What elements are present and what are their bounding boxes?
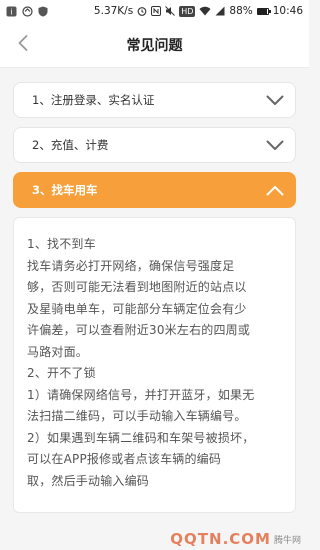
network-speed: 5.37K/s xyxy=(93,5,134,17)
wifi-icon xyxy=(199,6,211,16)
answer-line: 法扫描二维码，可以手动输入车辆编号。 xyxy=(27,409,247,423)
watermark-text: QQTN.COM xyxy=(170,530,271,548)
faq-item-find-car[interactable]: 3、找车用车 xyxy=(13,172,296,208)
watermark-subtext: 腾牛网 xyxy=(273,535,301,546)
answer-line: 及星骑电单车，可能部分车辆定位会有少 xyxy=(27,301,247,316)
nfc-icon xyxy=(151,6,162,16)
faq-item-label: 1、注册登录、实名认证 xyxy=(32,93,155,107)
status-right: 5.37K/s HD 88% 10:46 xyxy=(94,5,303,17)
answer-line: 找车请务必打开网络，确保信号强度足 xyxy=(27,258,235,273)
mute-icon xyxy=(165,6,176,16)
page-title: 常见问题 xyxy=(126,37,183,54)
clock: 10:46 xyxy=(272,5,303,17)
answer-line: 1）请确保网络信号，并打开蓝牙，如果无 xyxy=(27,387,255,402)
faq-item-registration[interactable]: 1、注册登录、实名认证 xyxy=(13,82,296,118)
sync-icon xyxy=(22,5,33,17)
battery-percent: 88% xyxy=(229,5,253,17)
faq-item-recharge[interactable]: 2、充值、计费 xyxy=(13,127,296,163)
answer-line: 2）如果遇到车辆二维码和车架号被损坏， xyxy=(27,430,255,445)
battery-fill xyxy=(257,8,267,14)
status-bar: i 5.37K/s HD 88% 10:46 xyxy=(0,0,309,22)
back-button[interactable] xyxy=(10,32,36,58)
answer-line: 够，否则可能无法看到地图附近的站点以 xyxy=(27,280,247,294)
shield-icon xyxy=(38,6,48,17)
faq-item-label: 3、找车用车 xyxy=(32,183,98,197)
answer-line: 2、开不了锁 xyxy=(27,366,96,380)
answer-line: 马路对面。 xyxy=(27,344,89,359)
app-notification-icon: i xyxy=(6,6,17,17)
alarm-icon xyxy=(137,6,147,16)
answer-line: 取，然后手动输入编码 xyxy=(27,473,150,488)
faq-answer: 1、找不到车 找车请务必打开网络，确保信号强度足 够，否则可能无法看到地图附近的… xyxy=(13,217,296,513)
answer-line: 可以在APP报修或者点该车辆的编码 xyxy=(27,452,222,466)
answer-line: 1、找不到车 xyxy=(27,237,96,251)
answer-line: 许偏差，可以查看附近30米左右的四周或 xyxy=(27,323,251,337)
signal-icon xyxy=(215,6,225,16)
hd-badge: HD xyxy=(179,5,196,17)
battery-icon xyxy=(256,7,271,15)
status-left: i xyxy=(6,5,48,17)
svg-text:i: i xyxy=(10,7,12,16)
app-header: 常见问题 xyxy=(0,22,309,68)
chevron-left-icon xyxy=(18,35,28,55)
watermark: QQTN.COM 腾牛网 xyxy=(170,530,301,548)
chevron-down-icon xyxy=(265,138,285,152)
faq-item-label: 2、充值、计费 xyxy=(32,138,109,152)
chevron-down-icon xyxy=(265,93,285,107)
chevron-up-icon xyxy=(265,183,285,197)
faq-list: 1、注册登录、实名认证 2、充值、计费 3、找车用车 1、找不到车 找车请务必打… xyxy=(0,68,309,513)
